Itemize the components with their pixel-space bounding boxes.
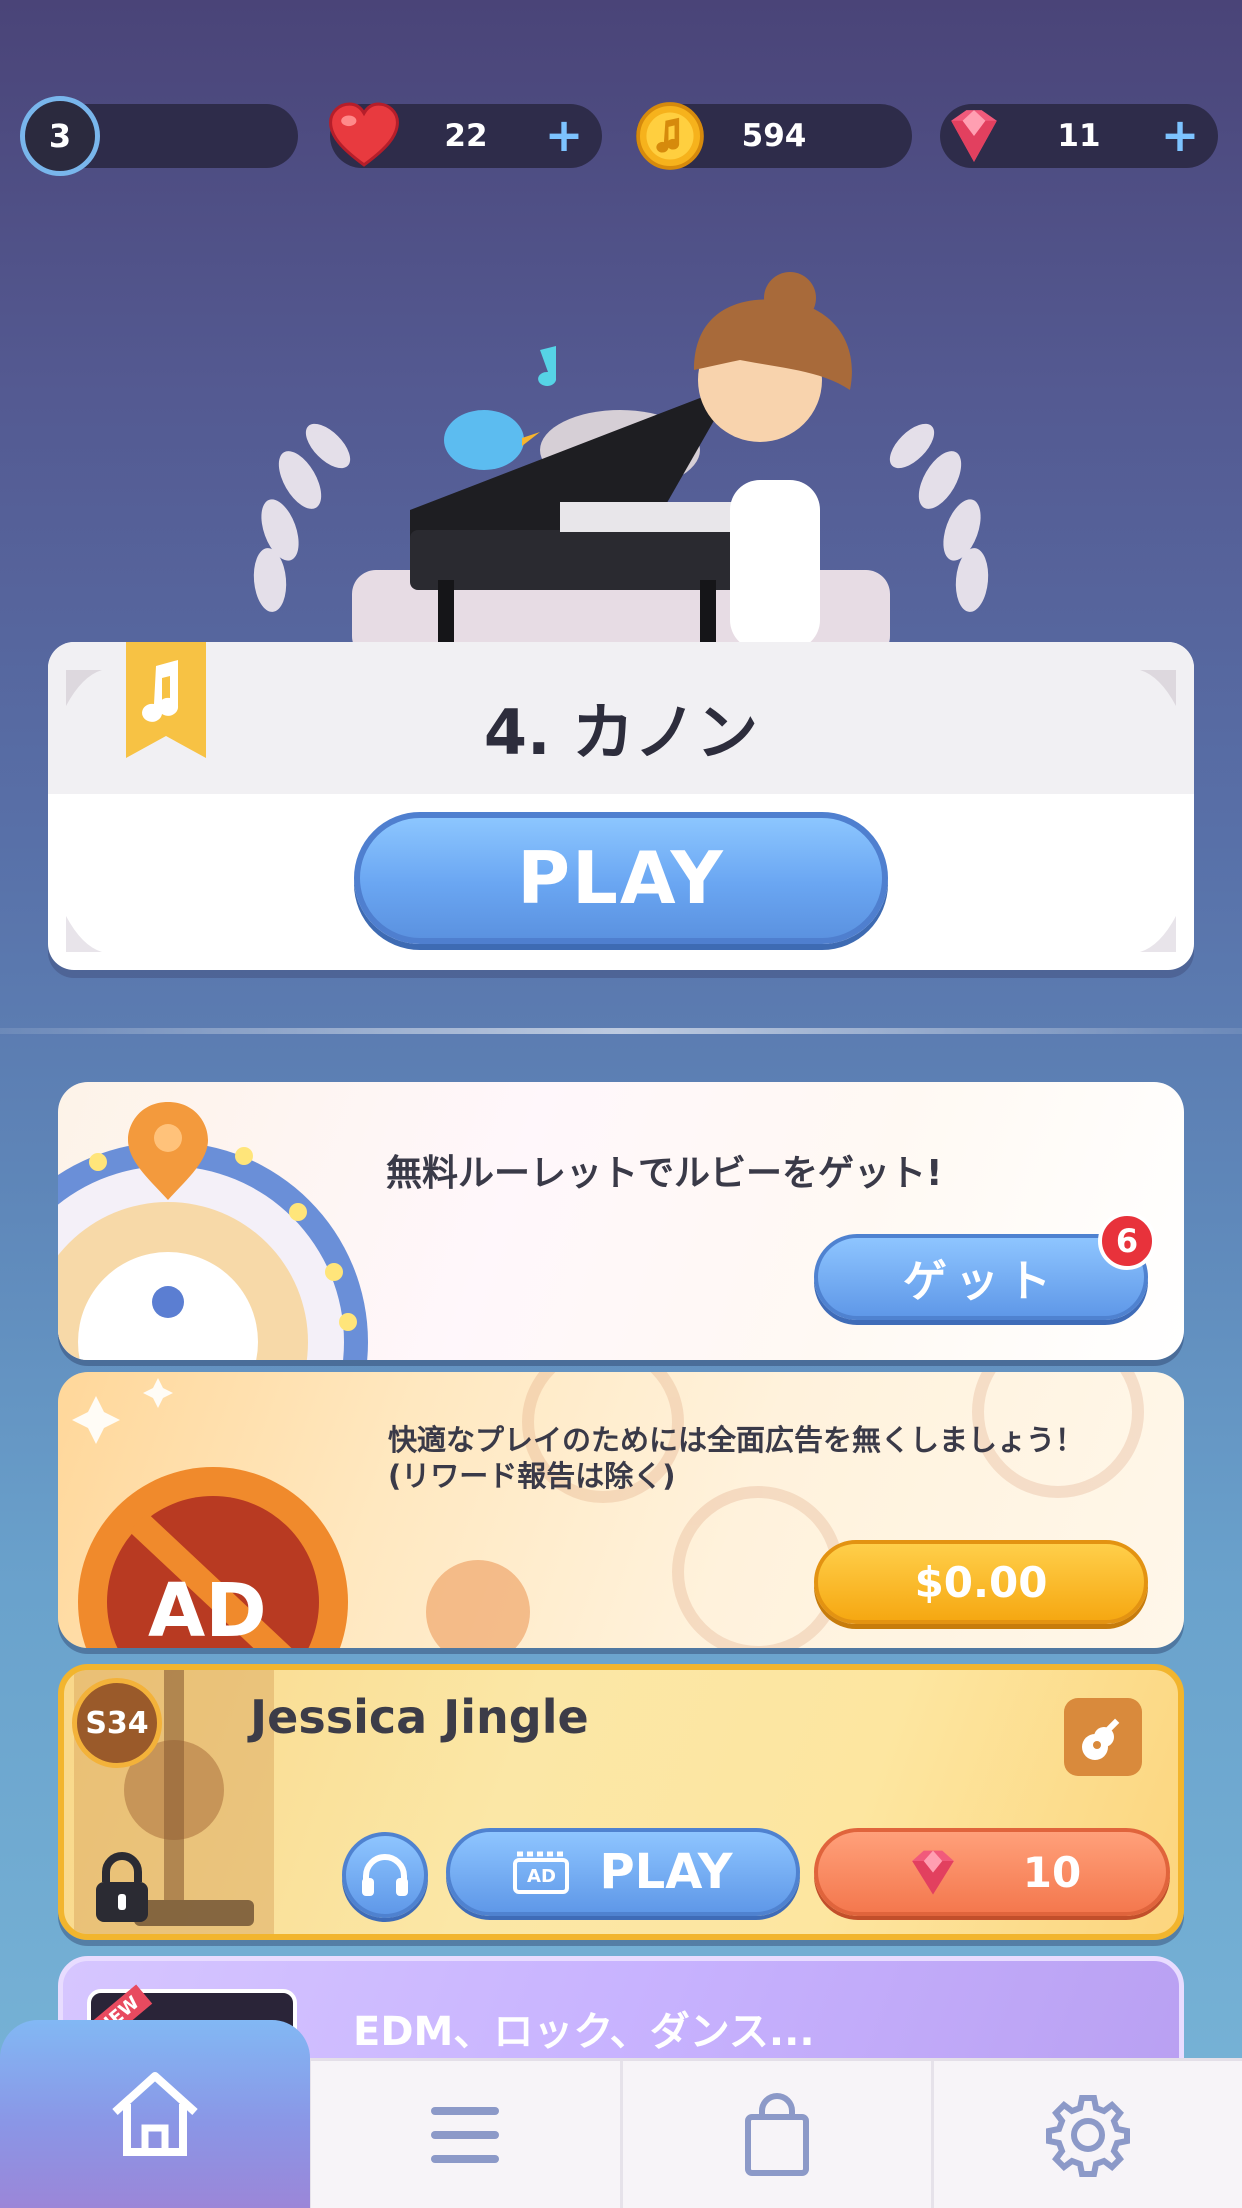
notification-badge: 6: [1098, 1212, 1156, 1270]
buy-with-gems-button[interactable]: 10: [814, 1828, 1170, 1916]
current-song-card: 4. カノン PLAY: [48, 642, 1194, 970]
remove-ads-line-1: 快適なプレイのためには全面広告を無くしましょう！: [388, 1423, 1085, 1457]
ruby-icon: [911, 1850, 954, 1895]
gem-price: 10: [1022, 1847, 1082, 1897]
home-icon: [112, 2072, 198, 2156]
pianist-illustration: [253, 272, 989, 650]
remove-ads-text: 快適なプレイのためには全面広告を無くしましょう！ (リワード報告は除く): [388, 1422, 1084, 1494]
preview-listen-button[interactable]: [342, 1832, 428, 1918]
coins-count: 594: [741, 118, 807, 154]
corner-ornament-icon: [1140, 916, 1176, 952]
ad-icon-label: AD: [527, 1866, 556, 1887]
coins-display: 594: [636, 102, 912, 170]
add-hearts-button[interactable]: +: [544, 112, 584, 158]
genre-promo-text: EDM、ロック、ダンス...: [353, 2009, 815, 2055]
section-divider: [0, 1028, 1242, 1034]
song-item-card[interactable]: S34 Jessica Jingle AD PLAY 10: [58, 1664, 1184, 1940]
ad-play-label: PLAY: [599, 1844, 733, 1900]
tab-settings[interactable]: [930, 2061, 1242, 2208]
hearts-display: 22 +: [329, 102, 602, 168]
ad-play-button[interactable]: AD PLAY: [446, 1828, 800, 1916]
corner-ornament-icon: [66, 916, 102, 952]
add-gems-button[interactable]: +: [1160, 112, 1200, 158]
headphones-icon: [362, 1854, 408, 1896]
level-display: 3: [20, 96, 298, 176]
gems-display: 11 +: [940, 104, 1218, 168]
gear-icon: [1045, 2094, 1130, 2177]
shop-bag-icon: [744, 2092, 809, 2176]
free-roulette-card[interactable]: 無料ルーレットでルビーをゲット! ゲット 6: [58, 1082, 1184, 1360]
remove-ads-card[interactable]: AD 快適なプレイのためには全面広告を無くしましょう！ (リワード報告は除く) …: [58, 1372, 1184, 1648]
ad-video-icon: AD: [513, 1850, 570, 1894]
level-badge: 3: [20, 96, 100, 176]
guitar-icon: [1064, 1698, 1142, 1776]
roulette-promo-text: 無料ルーレットでルビーをゲット!: [386, 1153, 943, 1194]
roulette-wheel-icon: [58, 1102, 368, 1360]
play-button[interactable]: PLAY: [354, 812, 888, 944]
menu-icon: [431, 2106, 500, 2163]
lock-icon: [96, 1852, 148, 1922]
remove-ads-line-2: (リワード報告は除く): [388, 1459, 676, 1493]
tab-song-list[interactable]: [308, 2061, 619, 2208]
song-level-badge: S34: [72, 1678, 162, 1768]
song-title: 4. カノン: [483, 696, 759, 769]
remove-ads-price-button[interactable]: $0.00: [814, 1540, 1148, 1624]
tab-shop[interactable]: [619, 2061, 931, 2208]
tab-home[interactable]: [0, 2020, 310, 2208]
ad-label: AD: [148, 1568, 267, 1648]
song-name: Jessica Jingle: [250, 1690, 589, 1744]
